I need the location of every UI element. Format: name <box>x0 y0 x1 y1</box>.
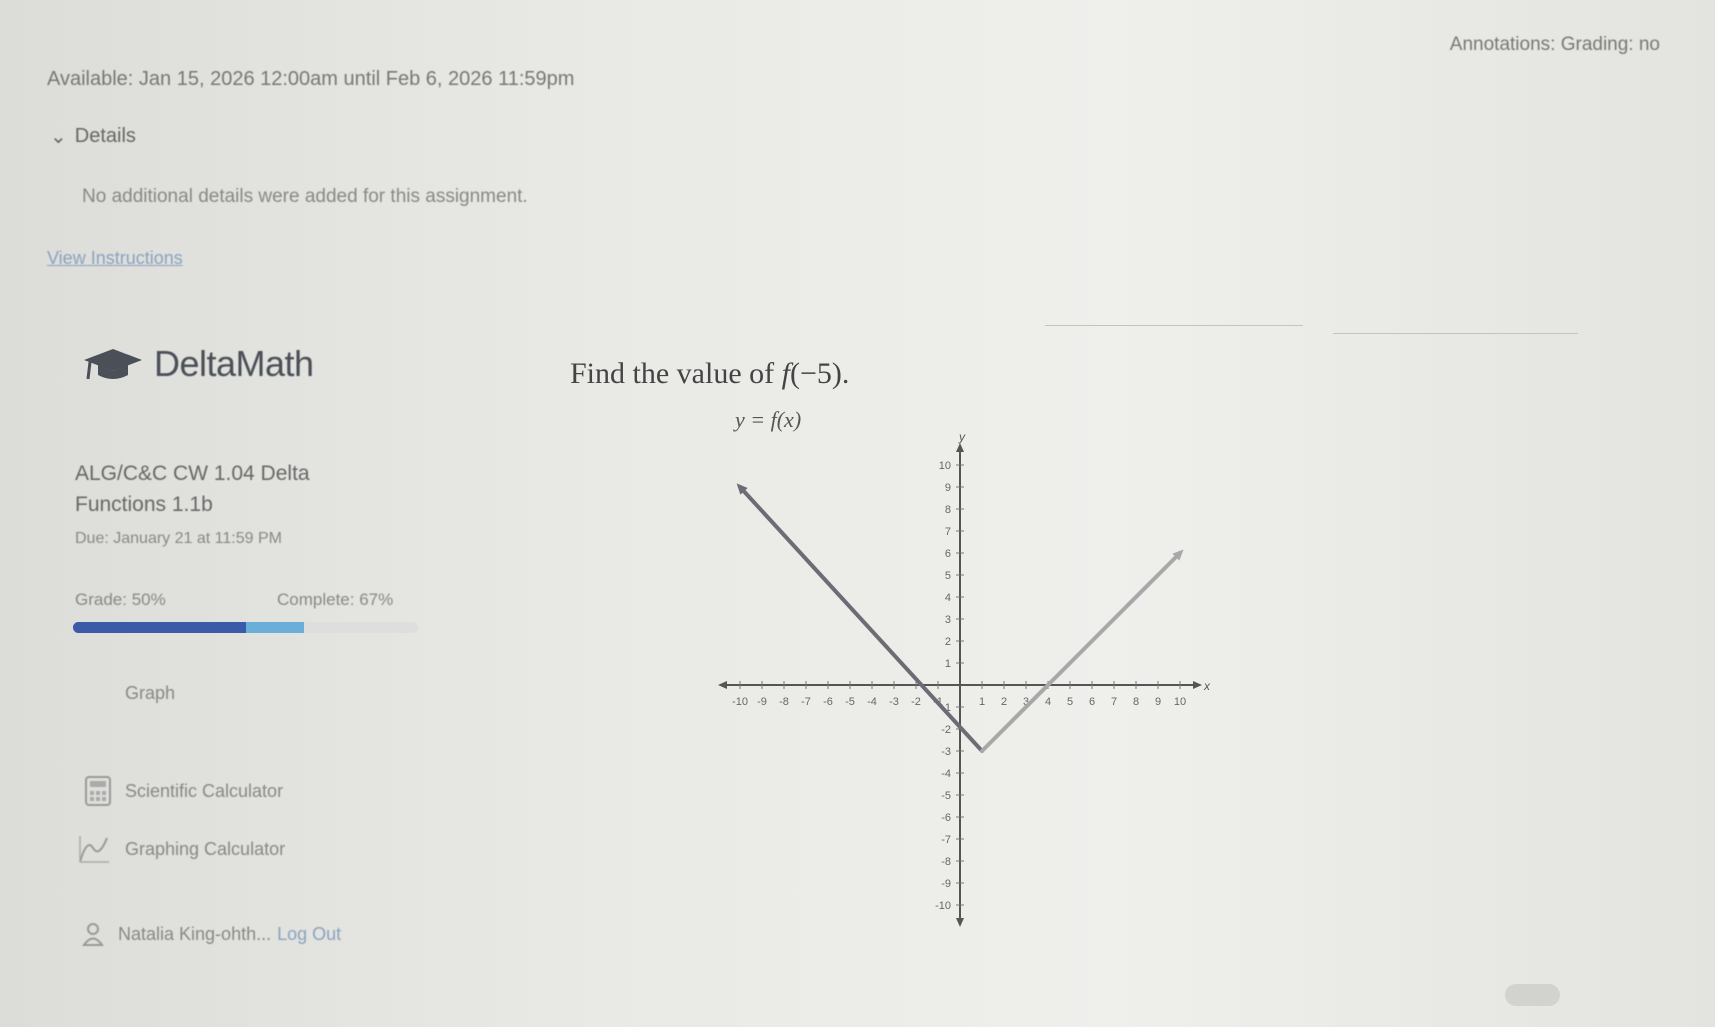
complete-text: Complete: 67% <box>277 590 394 609</box>
y-axis-label: y <box>958 430 966 444</box>
graduation-cap-icon <box>84 349 142 380</box>
details-body: No additional details were added for thi… <box>82 186 528 207</box>
y-tick-label: -2 <box>941 724 951 736</box>
y-tick-label: -7 <box>941 834 951 846</box>
graph-axes: xy <box>718 430 1211 927</box>
progress-grade-fill <box>73 622 246 633</box>
brand[interactable]: DeltaMath <box>82 343 314 385</box>
x-tick-label: -3 <box>889 696 899 708</box>
question-prompt-text: Find the value of <box>570 357 782 390</box>
question-function: f <box>781 357 790 390</box>
graph-link[interactable]: Graph <box>125 683 175 704</box>
x-tick-label: -4 <box>867 696 877 708</box>
x-tick-label: -5 <box>845 696 855 708</box>
y-tick-label: 7 <box>945 526 951 538</box>
x-tick-label: -8 <box>779 696 789 708</box>
due-date: Due: January 21 at 11:59 PM <box>75 530 282 547</box>
graphing-calculator-button[interactable]: Graphing Calculator <box>77 834 285 864</box>
function-graph: y = f(x) xy -10 -9 -8 -7 -6 -5 -4 -3 -2 -1 1 2 3 4 5 6 7… <box>718 407 1211 927</box>
y-tick-label: -4 <box>941 768 951 780</box>
y-tick-label: 4 <box>945 592 951 604</box>
x-tick-label: 5 <box>1067 696 1073 708</box>
x-tick-label: -2 <box>911 696 921 708</box>
y-tick-label: 8 <box>945 504 951 516</box>
y-tick-label: -10 <box>935 900 951 912</box>
header-divider <box>1333 333 1578 334</box>
x-tick-label: 7 <box>1111 696 1117 708</box>
logout-link[interactable]: Log Out <box>277 924 341 944</box>
y-tick-label: 1 <box>945 658 951 670</box>
details-label: Details <box>74 125 136 147</box>
y-tick-label: -9 <box>941 878 951 890</box>
y-tick-label: -3 <box>941 746 951 758</box>
y-tick-label: -5 <box>941 790 951 802</box>
view-instructions-link[interactable]: View Instructions <box>47 248 183 269</box>
x-tick-label: 10 <box>1174 696 1186 708</box>
assignment-title: ALG/C&C CW 1.04 Delta Functions 1.1b <box>75 462 310 516</box>
chevron-down-icon: ⌄ <box>50 126 67 148</box>
progress-bar <box>73 622 418 633</box>
calculator-icon <box>85 776 111 806</box>
x-tick-label: 9 <box>1155 696 1161 708</box>
y-tick-label: -8 <box>941 856 951 868</box>
question-prompt: Find the value of f(−5). <box>570 357 849 391</box>
y-tick-label: 3 <box>945 614 951 626</box>
x-tick-label: 2 <box>1001 696 1007 708</box>
question-argument: (−5). <box>789 357 850 390</box>
x-axis-label: x <box>1203 679 1211 693</box>
scientific-calculator-label: Scientific Calculator <box>125 780 284 801</box>
y-tick-label: 2 <box>945 636 951 648</box>
y-tick-label: 5 <box>945 570 951 582</box>
y-tick-label: -6 <box>941 812 951 824</box>
y-tick-label: 10 <box>939 460 951 472</box>
graph-title: y = f(x) <box>733 407 801 432</box>
function-line-segment <box>980 549 1184 753</box>
graphing-calculator-label: Graphing Calculator <box>125 838 286 859</box>
grade-text: Grade: 50% <box>75 590 166 609</box>
user-icon <box>82 923 104 946</box>
y-tick-label: 6 <box>945 548 951 560</box>
y-tick-label: 9 <box>945 482 951 494</box>
x-tick-label: -10 <box>732 696 748 708</box>
header-divider <box>1045 325 1303 326</box>
user-name: Natalia King-ohth... <box>118 923 272 944</box>
graph-icon <box>79 836 109 863</box>
details-toggle[interactable]: ⌄ Details <box>50 124 136 149</box>
x-tick-label: 8 <box>1133 696 1139 708</box>
brand-name: DeltaMath <box>154 343 314 384</box>
x-tick-label: -9 <box>757 696 767 708</box>
scientific-calculator-button[interactable]: Scientific Calculator <box>85 776 283 806</box>
x-tick-label: 6 <box>1089 696 1095 708</box>
x-tick-label: 4 <box>1045 696 1051 708</box>
corner-button[interactable] <box>1505 984 1560 1006</box>
user-line: Natalia King-ohth... Log Out <box>82 922 341 946</box>
availability-text: Available: Jan 15, 2026 12:00am until Fe… <box>47 68 575 90</box>
x-tick-label: -7 <box>801 696 811 708</box>
x-tick-label: -6 <box>823 696 833 708</box>
annotations-label[interactable]: Annotations: Grading: no <box>1450 34 1660 56</box>
x-tick-label: 1 <box>979 696 985 708</box>
